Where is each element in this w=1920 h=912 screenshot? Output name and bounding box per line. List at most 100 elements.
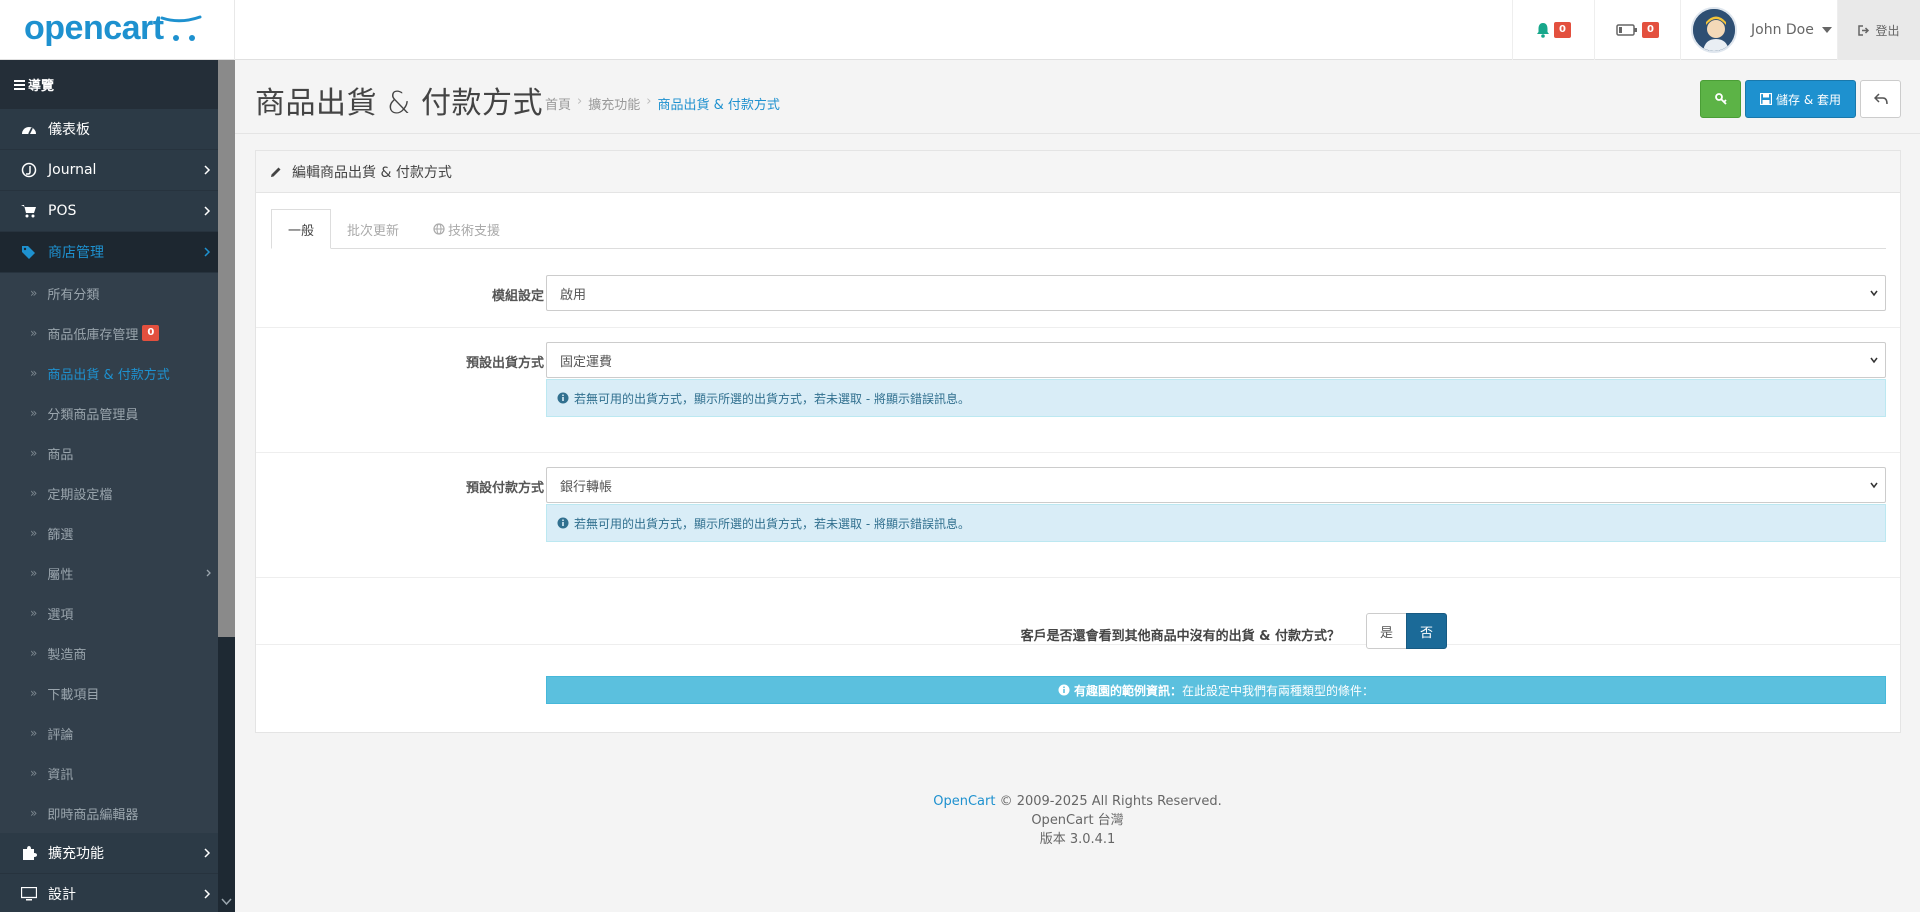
panel-title: 編輯商品出貨 & 付款方式 (292, 164, 452, 181)
scroll-down-icon[interactable] (221, 898, 232, 906)
footer-copyright: © 2009-2025 All Rights Reserved. (999, 794, 1222, 809)
sidebar-subitem-label: 分類商品管理員 (47, 407, 139, 423)
chevron-down-icon (1870, 482, 1878, 489)
license-key-button[interactable] (1700, 80, 1741, 118)
toggle-question: 客戶是否還會看到其他商品中沒有的出貨 & 付款方式？ (1020, 629, 1340, 644)
sidebar-subitem-live-editor[interactable]: » 即時商品編輯器 (0, 793, 235, 833)
shipping-method-select[interactable]: 固定運費 (546, 342, 1886, 378)
payment-method-value: 銀行轉帳 (560, 479, 613, 495)
notifications-button[interactable]: 0 (1512, 0, 1594, 60)
sidebar-subitem-reviews[interactable]: » 評論 (0, 713, 235, 753)
form-row-payment: 預設付款方式 銀行轉帳 若無可用的出貨方式，顯示所選的出貨方式，若未選取 - 將… (256, 453, 1900, 578)
info-circle-icon (557, 392, 569, 404)
tab-label: 批次更新 (347, 223, 400, 239)
bell-icon (1537, 23, 1550, 38)
cart-logo-icon (160, 15, 202, 41)
sidebar-item-dashboard[interactable]: 儀表板 (0, 109, 235, 150)
footer-brand-link[interactable]: OpenCart (933, 794, 995, 809)
journal-icon (20, 161, 38, 179)
sidebar-subitem-label: 商品 (47, 447, 74, 463)
sidebar-subitem-category-manager[interactable]: » 分類商品管理員 (0, 393, 235, 433)
sidebar-subitem-information[interactable]: » 資訊 (0, 753, 235, 793)
sidebar-subitem-label: 商品低庫存管理 (47, 327, 139, 343)
caret-down-icon (1821, 27, 1832, 33)
example-info-bar[interactable]: 有趣園的範例資訊： 在此設定中我們有兩種類型的條件： (546, 676, 1886, 704)
toggle-yes-button[interactable]: 是 (1366, 613, 1407, 649)
battery-icon (1616, 24, 1638, 36)
module-status-select[interactable]: 啟用 (546, 275, 1886, 311)
footer-version: 版本 3.0.4.1 (1039, 832, 1116, 847)
avatar (1691, 7, 1737, 53)
module-status-value: 啟用 (560, 287, 587, 303)
module-label: 模組設定 (491, 289, 544, 304)
tab-general[interactable]: 一般 (271, 209, 332, 249)
sidebar-item-journal[interactable]: Journal (0, 150, 235, 191)
sidebar-subitem-categories[interactable]: » 所有分類 (0, 273, 235, 313)
stock-alert-button[interactable]: 0 (1594, 0, 1680, 60)
save-apply-button[interactable]: 儲存 & 套用 (1745, 80, 1856, 118)
double-chevron-icon: » (30, 726, 38, 740)
sidebar-subitem-label: 屬性 (47, 567, 74, 583)
save-label: 儲存 & 套用 (1776, 92, 1841, 107)
logo[interactable]: opencart (0, 0, 235, 60)
tab-batch-update[interactable]: 批次更新 (347, 209, 399, 249)
sidebar-subitem-shipping-payment[interactable]: » 商品出貨 & 付款方式 (0, 353, 235, 393)
low-stock-badge: 0 (142, 325, 160, 341)
chevron-right-icon (204, 206, 211, 216)
info-bold-text: 有趣園的範例資訊： (1073, 683, 1182, 698)
shipping-help-alert: 若無可用的出貨方式，顯示所選的出貨方式，若未選取 - 將顯示錯誤訊息。 (546, 379, 1886, 417)
main-content: 商品出貨 & 付款方式 首頁 › 擴充功能 › 商品出貨 & 付款方式 儲存 &… (235, 60, 1920, 912)
logo-text: opencart (24, 9, 164, 47)
sidebar-item-label: 商店管理 (48, 245, 104, 261)
chevron-right-icon (206, 569, 211, 577)
notification-badge: 0 (1554, 22, 1571, 38)
toggle-no-button[interactable]: 否 (1406, 613, 1447, 649)
sidebar-subitem-manufacturers[interactable]: » 製造商 (0, 633, 235, 673)
puzzle-icon (20, 844, 38, 862)
sidebar-item-label: 設計 (48, 887, 76, 903)
tab-support[interactable]: 技術支援 (433, 209, 500, 249)
sidebar-subitem-products[interactable]: » 商品 (0, 433, 235, 473)
reply-icon (1873, 93, 1888, 105)
sidebar-subitem-attributes[interactable]: » 屬性 (0, 553, 235, 593)
sidebar-item-catalog[interactable]: 商店管理 (0, 232, 235, 273)
double-chevron-icon: » (30, 286, 38, 300)
chevron-down-icon (1870, 290, 1878, 297)
page-header: 商品出貨 & 付款方式 首頁 › 擴充功能 › 商品出貨 & 付款方式 儲存 &… (235, 60, 1920, 134)
breadcrumb: 首頁 › 擴充功能 › 商品出貨 & 付款方式 (545, 94, 780, 113)
sidebar-subitem-low-stock[interactable]: » 商品低庫存管理 0 (0, 313, 235, 353)
sidebar-subitem-label: 定期設定檔 (47, 487, 113, 503)
breadcrumb-current[interactable]: 商品出貨 & 付款方式 (657, 94, 779, 113)
sign-out-icon (1858, 24, 1870, 36)
sidebar-subitem-recurring[interactable]: » 定期設定檔 (0, 473, 235, 513)
cart-icon (20, 202, 38, 220)
toggle-no-label: 否 (1419, 625, 1433, 641)
sidebar-subitem-label: 下載項目 (47, 687, 100, 703)
sidebar-subitem-filters[interactable]: » 篩選 (0, 513, 235, 553)
sidebar-subitem-label: 即時商品編輯器 (47, 807, 139, 823)
payment-help-text: 若無可用的出貨方式，顯示所選的出貨方式，若未選取 - 將顯示錯誤訊息。 (574, 516, 970, 531)
sidebar-scrollbar-thumb[interactable] (218, 60, 235, 637)
logout-button[interactable]: 登出 (1837, 0, 1920, 60)
double-chevron-icon: » (30, 766, 38, 780)
payment-method-select[interactable]: 銀行轉帳 (546, 467, 1886, 503)
sidebar-subitem-label: 資訊 (47, 767, 74, 783)
sidebar-subitem-label: 商品出貨 & 付款方式 (47, 367, 170, 383)
sidebar-item-design[interactable]: 設計 (0, 874, 235, 912)
tab-label: 一般 (288, 223, 315, 239)
breadcrumb-home[interactable]: 首頁 (545, 94, 571, 113)
monitor-icon (20, 885, 38, 903)
breadcrumb-extensions[interactable]: 擴充功能 (588, 94, 640, 113)
user-name: John Doe (1751, 22, 1814, 38)
sidebar-subitem-options[interactable]: » 選項 (0, 593, 235, 633)
info-circle-icon (1058, 684, 1070, 696)
sidebar-item-label: 擴充功能 (48, 846, 104, 862)
sidebar-item-label: Journal (48, 162, 97, 178)
sidebar-subitem-downloads[interactable]: » 下載項目 (0, 673, 235, 713)
breadcrumb-separator: › (646, 94, 652, 109)
back-button[interactable] (1860, 80, 1901, 118)
sidebar-item-extensions[interactable]: 擴充功能 (0, 833, 235, 874)
user-menu[interactable]: John Doe (1680, 0, 1837, 60)
top-header: opencart 0 0 John Doe 登出 (0, 0, 1920, 60)
sidebar-item-pos[interactable]: POS (0, 191, 235, 232)
